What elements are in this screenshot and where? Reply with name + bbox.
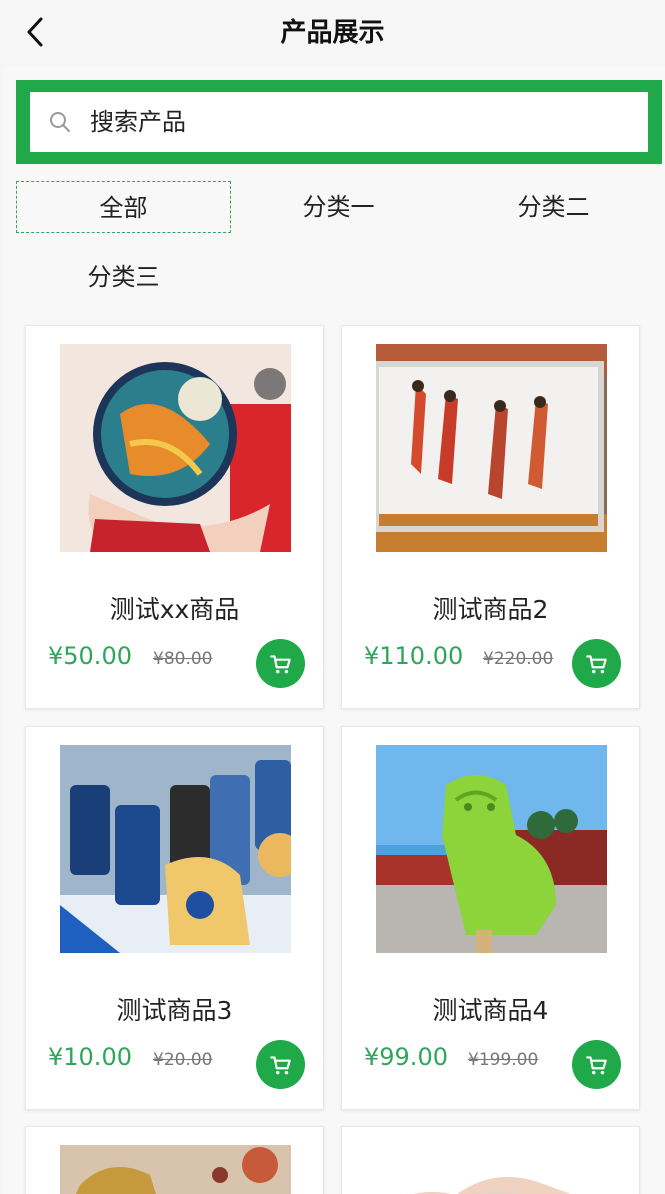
- product-image: [60, 745, 291, 953]
- tab-all[interactable]: 全部: [16, 181, 231, 233]
- product-card[interactable]: 测试商品4 ¥99.00 ¥199.00: [341, 726, 640, 1110]
- product-image: [60, 344, 291, 552]
- search-icon: [46, 108, 74, 136]
- search-bar: [16, 80, 662, 164]
- cart-icon: [269, 1055, 291, 1074]
- add-to-cart-button[interactable]: [256, 639, 305, 688]
- add-to-cart-button[interactable]: [256, 1040, 305, 1089]
- product-card[interactable]: 测试商品3 ¥10.00 ¥20.00: [25, 726, 324, 1110]
- product-name: 测试商品4: [432, 996, 549, 1025]
- product-original-price: ¥80.00: [153, 649, 213, 669]
- product-price: ¥10.00: [48, 1043, 132, 1071]
- tab-category-2[interactable]: 分类二: [446, 181, 661, 233]
- add-to-cart-button[interactable]: [572, 1040, 621, 1089]
- product-original-price: ¥220.00: [483, 649, 554, 669]
- product-image: [60, 1145, 291, 1194]
- product-name: 测试xx商品: [109, 595, 240, 624]
- product-price: ¥110.00: [364, 642, 464, 670]
- add-to-cart-button[interactable]: [572, 639, 621, 688]
- cart-icon: [269, 654, 291, 673]
- product-name: 测试商品3: [116, 996, 233, 1025]
- product-original-price: ¥20.00: [153, 1050, 213, 1070]
- product-name: 测试商品2: [432, 595, 549, 624]
- search-box[interactable]: [30, 92, 648, 152]
- product-image: [376, 1145, 607, 1194]
- product-card[interactable]: 测试xx商品 ¥50.00 ¥80.00: [25, 325, 324, 709]
- page-title: 产品展示: [280, 18, 385, 48]
- product-price: ¥50.00: [48, 642, 132, 670]
- product-card[interactable]: 测试商品2 ¥110.00 ¥220.00: [341, 325, 640, 709]
- cart-icon: [585, 1055, 607, 1074]
- product-image: [376, 344, 607, 552]
- product-original-price: ¥199.00: [468, 1050, 539, 1070]
- product-card[interactable]: [25, 1126, 324, 1194]
- header-bar: 产品展示: [0, 0, 665, 66]
- product-price: ¥99.00: [364, 1043, 448, 1071]
- tab-category-3[interactable]: 分类三: [16, 251, 231, 303]
- search-input[interactable]: [90, 102, 648, 142]
- tab-category-1[interactable]: 分类一: [231, 181, 446, 233]
- product-card[interactable]: [341, 1126, 640, 1194]
- cart-icon: [585, 654, 607, 673]
- product-image: [376, 745, 607, 953]
